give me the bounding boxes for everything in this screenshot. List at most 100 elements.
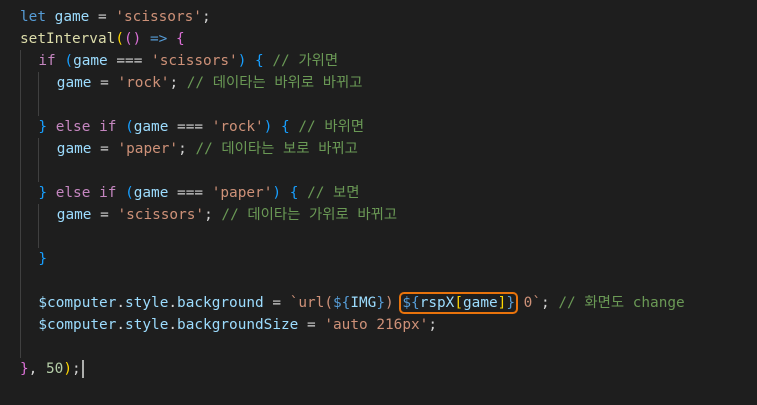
string-token: 'paper': [211, 185, 273, 201]
var-token: game: [463, 295, 498, 311]
text-cursor: [81, 360, 84, 378]
code-line[interactable]: } else if (game === 'rock') { // 바위면: [38, 116, 364, 138]
code-token: =: [91, 141, 118, 157]
code-editor[interactable]: let game = 'scissors'; setInterval(() => …: [0, 0, 757, 405]
code-token: ;: [541, 295, 559, 311]
keyword-token: }: [376, 295, 386, 311]
control-token: if: [99, 185, 117, 201]
bracket2-token: {: [175, 31, 185, 47]
string-token: 'rock': [211, 119, 264, 135]
string-token: 'auto 216px': [324, 317, 429, 333]
var-token: game: [56, 75, 92, 91]
highlight-box: ${rspX[game]}: [399, 292, 519, 314]
keyword-token: =>: [149, 31, 168, 47]
code-token: ===: [107, 53, 152, 69]
string-token: 'rock': [117, 75, 170, 91]
var-token: game: [133, 119, 169, 135]
string-token: 'paper': [117, 141, 179, 157]
var-token: game: [56, 141, 92, 157]
code-token: =: [298, 317, 325, 333]
code-token: .: [168, 295, 178, 311]
comment-token: // 화면도 change: [558, 295, 685, 311]
comment-token: // 데이타는 바위로 바뀌고: [186, 75, 363, 91]
var-token: style: [125, 295, 169, 311]
code-line[interactable]: $computer.style.backgroundSize = 'auto 2…: [38, 314, 437, 336]
var-token: game: [73, 53, 108, 69]
indent-guide: [38, 138, 40, 182]
keyword-token: }: [506, 295, 516, 311]
keyword-token: let: [20, 9, 46, 25]
code-line[interactable]: $computer.style.background = `url(${IMG}…: [38, 292, 685, 314]
control-token: if: [99, 119, 117, 135]
code-line[interactable]: } else if (game === 'paper') { // 보면: [38, 182, 359, 204]
code-line[interactable]: game = 'scissors'; // 데이타는 가위로 바뀌고: [57, 204, 397, 226]
indent-guide: [20, 50, 21, 358]
code-token: ,: [28, 361, 46, 377]
var-token: background: [177, 295, 264, 311]
bracket3-token: }: [38, 251, 48, 267]
indent-guide: [38, 72, 40, 116]
code-token: .: [116, 317, 126, 333]
string-token: 'scissors': [115, 9, 202, 25]
code-line[interactable]: }: [38, 248, 47, 270]
bracket3-token: (: [64, 53, 74, 69]
indent-guide: [38, 204, 40, 248]
code-token: .: [168, 317, 178, 333]
bracket1-token: [: [454, 295, 464, 311]
code-token: =: [89, 9, 116, 25]
code-token: =: [91, 75, 118, 91]
string-token: ): [385, 295, 394, 311]
var-token: style: [125, 317, 169, 333]
code-line[interactable]: if (game === 'scissors') { // 가위면: [38, 50, 338, 72]
code-token: ;: [169, 75, 187, 91]
keyword-token: ${: [402, 295, 420, 311]
comment-token: // 보면: [307, 185, 360, 201]
code-token: ===: [168, 185, 212, 201]
code-token: ;: [428, 317, 437, 333]
code-line[interactable]: }, 50);: [20, 358, 84, 380]
code-token: .: [116, 295, 126, 311]
bracket3-token: (: [125, 185, 134, 201]
var-token: $computer: [38, 317, 117, 333]
string-token: 'scissors': [117, 207, 205, 223]
code-token: =: [91, 207, 118, 223]
string-token: 0`: [515, 295, 542, 311]
var-token: $computer: [38, 295, 117, 311]
control-token: else: [55, 119, 91, 135]
bracket1-token: ): [63, 361, 72, 377]
string-token: 'scissors': [151, 53, 238, 69]
code-token: ;: [204, 207, 222, 223]
code-line[interactable]: game = 'rock'; // 데이타는 바위로 바뀌고: [57, 72, 363, 94]
code-line[interactable]: setInterval(() => {: [20, 28, 185, 50]
bracket3-token: ): [272, 185, 282, 201]
bracket2-token: (): [123, 31, 142, 47]
comment-token: // 데이타는 가위로 바뀌고: [221, 207, 398, 223]
var-token: game: [133, 185, 169, 201]
bracket3-token: (: [125, 119, 134, 135]
code-line[interactable]: game = 'paper'; // 데이타는 보로 바뀌고: [57, 138, 358, 160]
code-token: =: [263, 295, 290, 311]
var-token: game: [54, 9, 90, 25]
bracket3-token: }: [38, 119, 48, 135]
keyword-token: ${: [333, 295, 351, 311]
code-line[interactable]: let game = 'scissors';: [20, 6, 211, 28]
string-token: `url(: [289, 295, 334, 311]
var-token: game: [56, 207, 92, 223]
bracket3-token: }: [38, 185, 48, 201]
bracket1-token: (: [115, 31, 124, 47]
bracket2-token: }: [20, 361, 29, 377]
number-token: 50: [46, 361, 64, 377]
comment-token: // 가위면: [272, 53, 339, 69]
bracket3-token: {: [255, 53, 264, 69]
